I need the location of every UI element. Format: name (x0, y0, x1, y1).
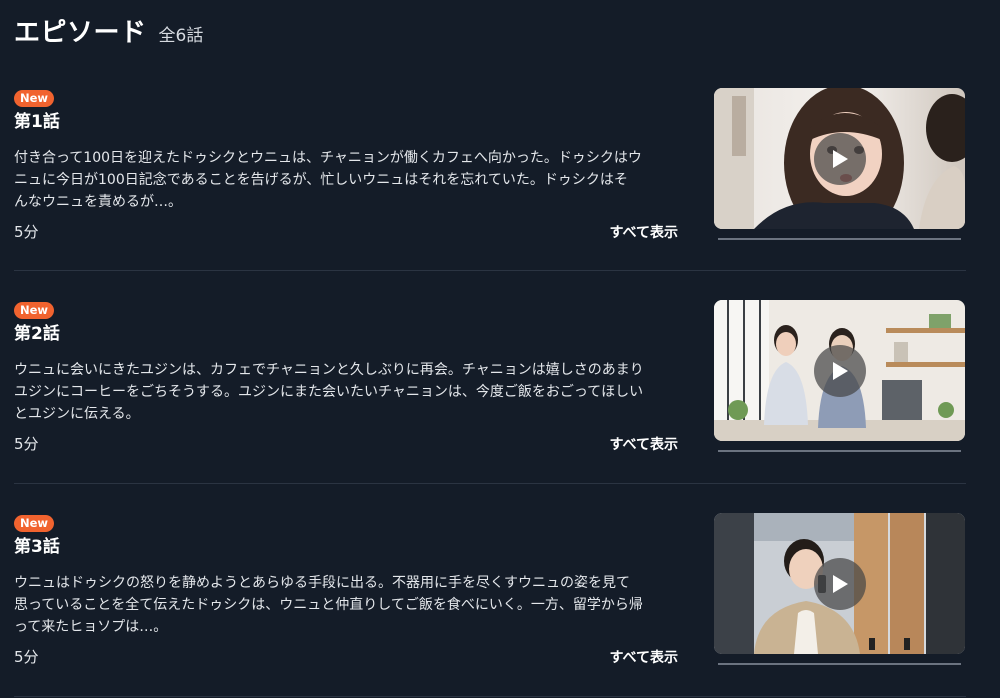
episode-item-3[interactable]: New 第3話 ウニュはドゥシクの怒りを静めようとあらゆる手段に出る。不器用に手… (14, 512, 966, 698)
episode-footer: 5分 すべて表示 (14, 646, 678, 667)
episode-text: New 第2話 ウニュに会いにきたユジンは、カフェでチャニョンと久しぶりに再会。… (14, 299, 678, 425)
play-button[interactable] (814, 345, 866, 397)
divider (14, 483, 966, 484)
divider (14, 270, 966, 271)
episode-thumbnail-wrap (714, 300, 965, 452)
episode-thumbnail[interactable] (714, 300, 965, 441)
episode-description: 付き合って100日を迎えたドゥシクとウニュは、チャニョンが働くカフェへ向かった。… (14, 150, 642, 210)
section-title: エピソード (14, 18, 147, 48)
progress-bar (718, 450, 961, 452)
episode-thumbnail-wrap (714, 88, 965, 240)
new-badge: New (14, 515, 55, 532)
new-badge: New (14, 90, 55, 107)
episode-title[interactable]: 第1話 (14, 111, 678, 133)
episode-footer: 5分 すべて表示 (14, 221, 678, 242)
episode-title[interactable]: 第3話 (14, 536, 678, 558)
play-icon (833, 150, 848, 168)
episode-duration: 5分 (14, 223, 39, 241)
show-all-button[interactable]: すべて表示 (610, 222, 678, 242)
episode-text: New 第1話 付き合って100日を迎えたドゥシクとウニュは、チャニョンが働くカ… (14, 87, 678, 213)
play-icon (833, 575, 848, 593)
episode-description: ウニュはドゥシクの怒りを静めようとあらゆる手段に出る。不器用に手を尽くすウニュの… (14, 575, 643, 635)
play-icon (833, 362, 848, 380)
progress-bar (718, 663, 961, 665)
show-all-button[interactable]: すべて表示 (610, 434, 678, 454)
play-button[interactable] (814, 558, 866, 610)
episode-thumbnail-wrap (714, 513, 965, 665)
divider (14, 696, 966, 697)
episodes-page: エピソード 全6話 New 第1話 付き合って100日を迎えたドゥシクとウニュは… (0, 0, 1000, 698)
progress-bar (718, 238, 961, 240)
show-all-button[interactable]: すべて表示 (610, 647, 678, 667)
episodes-header: エピソード 全6話 (14, 12, 203, 49)
episode-item-1[interactable]: New 第1話 付き合って100日を迎えたドゥシクとウニュは、チャニョンが働くカ… (14, 87, 966, 287)
episode-thumbnail[interactable] (714, 513, 965, 654)
new-badge: New (14, 302, 55, 319)
episode-title[interactable]: 第2話 (14, 323, 678, 345)
episode-count: 全6話 (158, 26, 204, 46)
episode-duration: 5分 (14, 435, 39, 453)
episode-duration: 5分 (14, 648, 39, 666)
episode-item-2[interactable]: New 第2話 ウニュに会いにきたユジンは、カフェでチャニョンと久しぶりに再会。… (14, 299, 966, 499)
episode-text: New 第3話 ウニュはドゥシクの怒りを静めようとあらゆる手段に出る。不器用に手… (14, 512, 678, 638)
play-button[interactable] (814, 133, 866, 185)
episode-footer: 5分 すべて表示 (14, 433, 678, 454)
episode-description: ウニュに会いにきたユジンは、カフェでチャニョンと久しぶりに再会。チャニョンは嬉し… (14, 362, 644, 422)
episode-thumbnail[interactable] (714, 88, 965, 229)
